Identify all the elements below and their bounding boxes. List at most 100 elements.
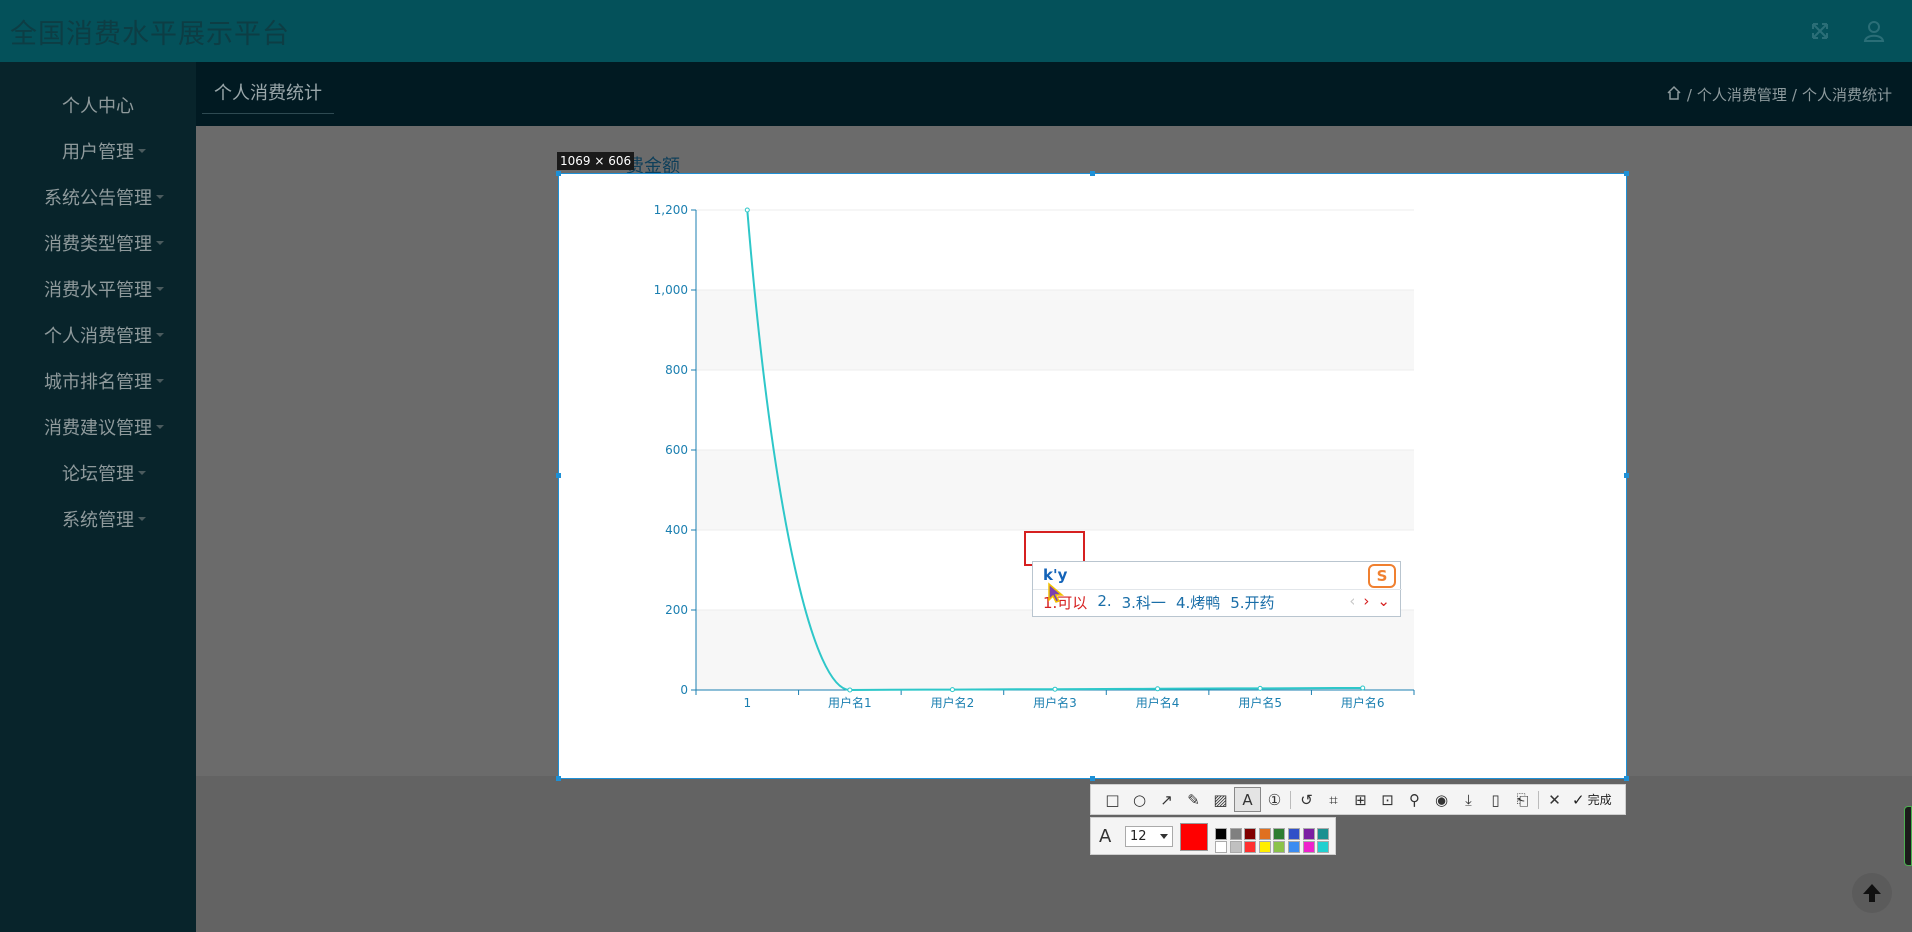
sidebar-item[interactable]: 个人中心 xyxy=(0,82,196,128)
ime-expand-icon[interactable]: ⌄ xyxy=(1377,592,1390,610)
sidebar-item-label: 用户管理 xyxy=(62,142,134,163)
resize-handle[interactable] xyxy=(556,171,561,176)
series-point xyxy=(1360,685,1366,691)
tab-personal-consumption-stats[interactable]: 个人消费统计 xyxy=(202,62,334,114)
color-swatch[interactable] xyxy=(1302,841,1315,853)
text-style-bar: A 12 xyxy=(1090,817,1336,855)
color-swatch[interactable] xyxy=(1317,841,1330,853)
sidebar-item-label: 城市排名管理 xyxy=(44,372,152,393)
y-tick-label: 0 xyxy=(680,683,688,697)
font-size-value: 12 xyxy=(1130,829,1147,844)
toolbar-divider xyxy=(1290,790,1291,809)
scan-icon[interactable]: ⊡ xyxy=(1374,787,1401,812)
current-color-swatch[interactable] xyxy=(1180,823,1208,851)
color-swatch[interactable] xyxy=(1215,828,1227,840)
color-swatch[interactable] xyxy=(1288,841,1300,853)
y-tick-label: 800 xyxy=(665,363,688,377)
resize-handle[interactable] xyxy=(556,473,561,478)
screenshot-selection[interactable]: 0 200 400 600 800 1,000 1,200 1 用户名1 用户名2 用户名3 用户名4… xyxy=(558,173,1627,779)
ime-prev-icon[interactable]: ‹ xyxy=(1349,592,1355,610)
sidebar-item[interactable]: 用户管理 xyxy=(0,128,196,174)
sidebar-item[interactable]: 消费建议管理 xyxy=(0,404,196,450)
download-icon[interactable]: ⤓ xyxy=(1455,787,1482,812)
font-size-select[interactable]: 12 xyxy=(1125,826,1173,847)
sidebar-item[interactable]: 消费水平管理 xyxy=(0,266,196,312)
sidebar: 个人中心用户管理系统公告管理消费类型管理 消费水平管理 个人消费管理城市排名管理 消费… xyxy=(0,62,196,932)
pencil-icon[interactable]: ✎ xyxy=(1180,787,1207,812)
color-swatch[interactable] xyxy=(1244,828,1257,840)
color-swatch[interactable] xyxy=(1229,828,1242,840)
toolbar-divider xyxy=(1538,790,1539,809)
side-widget[interactable] xyxy=(1904,806,1912,866)
serial-number-icon[interactable]: ① xyxy=(1261,787,1288,812)
rectangle-icon[interactable]: □ xyxy=(1099,787,1126,812)
sidebar-item-label: 消费建议管理 xyxy=(44,418,152,439)
chevron-down-icon xyxy=(156,379,164,383)
ime-candidate[interactable]: 2. xyxy=(1097,592,1111,613)
color-swatch[interactable] xyxy=(1258,841,1271,853)
resize-handle[interactable] xyxy=(1090,776,1095,781)
save-icon[interactable]: ▯ xyxy=(1482,787,1509,812)
ellipse-icon[interactable]: ○ xyxy=(1126,787,1153,812)
translate-icon[interactable]: ⊞ xyxy=(1347,787,1374,812)
x-tick-label: 用户名1 xyxy=(828,695,872,710)
breadcrumb-item[interactable]: 个人消费管理 xyxy=(1697,84,1787,105)
done-button[interactable]: ✓ 完成 xyxy=(1572,791,1612,809)
sidebar-item-label: 系统管理 xyxy=(62,510,134,531)
x-tick-label: 用户名2 xyxy=(931,695,975,710)
record-icon[interactable]: ◉ xyxy=(1428,787,1455,812)
ocr-icon[interactable]: ⌗ xyxy=(1320,787,1347,812)
resize-handle[interactable] xyxy=(556,776,561,781)
sidebar-item[interactable]: 个人消费管理 xyxy=(0,312,196,358)
color-swatch[interactable] xyxy=(1229,841,1242,853)
chevron-down-icon xyxy=(156,287,164,291)
color-swatch[interactable] xyxy=(1273,841,1286,853)
arrow-up-icon xyxy=(1863,884,1881,902)
selection-size-badge: 1069 × 606 xyxy=(557,152,635,170)
ime-candidate[interactable]: 4.烤鸭 xyxy=(1176,592,1220,613)
sidebar-item-label: 系统公告管理 xyxy=(44,188,152,209)
breadcrumb: / 个人消费管理 / 个人消费统计 xyxy=(1666,84,1892,105)
chevron-down-icon xyxy=(156,195,164,199)
chevron-down-icon xyxy=(1160,834,1168,839)
chevron-down-icon xyxy=(138,149,146,153)
sidebar-item[interactable]: 消费类型管理 xyxy=(0,220,196,266)
sidebar-item[interactable]: 论坛管理 xyxy=(0,450,196,496)
x-tick-label: 1 xyxy=(743,696,751,710)
ime-candidate[interactable]: 5.开药 xyxy=(1230,592,1274,613)
series-point xyxy=(1155,686,1161,692)
back-to-top-button[interactable] xyxy=(1852,873,1892,913)
resize-handle[interactable] xyxy=(1090,171,1095,176)
undo-icon[interactable]: ↺ xyxy=(1293,787,1320,812)
pin-icon[interactable]: ⚲ xyxy=(1401,787,1428,812)
arrow-icon[interactable]: ↗ xyxy=(1153,787,1180,812)
text-icon[interactable]: A xyxy=(1234,787,1261,812)
bookmark-icon[interactable]: ⎗ xyxy=(1509,787,1536,812)
ime-next-icon[interactable]: › xyxy=(1363,592,1369,610)
app-title: 全国消费水平展示平台 xyxy=(10,19,290,50)
y-tick-label: 200 xyxy=(665,603,688,617)
chevron-down-icon xyxy=(156,333,164,337)
color-swatch[interactable] xyxy=(1258,828,1271,840)
mosaic-icon[interactable]: ▨ xyxy=(1207,787,1234,812)
sidebar-item[interactable]: 系统管理 xyxy=(0,496,196,542)
close-icon[interactable]: ✕ xyxy=(1541,787,1568,812)
color-swatch[interactable] xyxy=(1244,841,1257,853)
resize-handle[interactable] xyxy=(1624,776,1629,781)
y-tick-label: 1,000 xyxy=(654,283,688,297)
ime-candidate[interactable]: 3.科一 xyxy=(1122,592,1166,613)
home-icon[interactable] xyxy=(1666,85,1682,105)
sidebar-item[interactable]: 城市排名管理 xyxy=(0,358,196,404)
color-swatch[interactable] xyxy=(1215,841,1227,853)
fullscreen-icon[interactable] xyxy=(1806,17,1834,45)
resize-handle[interactable] xyxy=(1624,171,1629,176)
series-point xyxy=(847,687,853,693)
resize-handle[interactable] xyxy=(1624,473,1629,478)
color-swatch[interactable] xyxy=(1273,828,1286,840)
color-swatch[interactable] xyxy=(1288,828,1300,840)
sidebar-item[interactable]: 系统公告管理 xyxy=(0,174,196,220)
user-icon[interactable] xyxy=(1860,17,1888,45)
sidebar-item-label: 个人中心 xyxy=(62,96,134,117)
color-swatch[interactable] xyxy=(1317,828,1330,840)
color-swatch[interactable] xyxy=(1302,828,1315,840)
